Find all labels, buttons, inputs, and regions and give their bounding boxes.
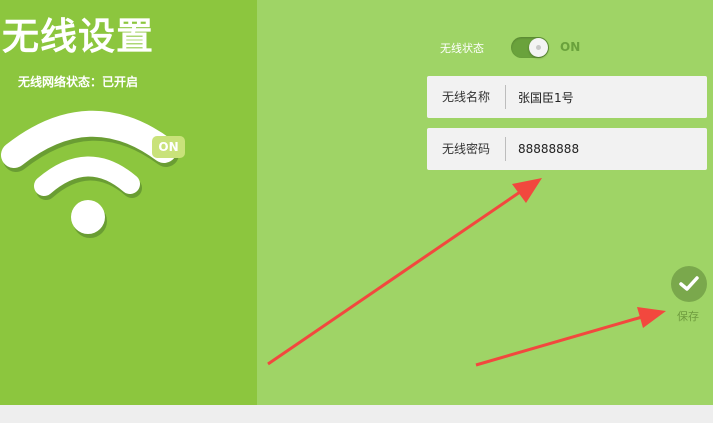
ssid-label: 无线名称 <box>427 85 506 109</box>
bottom-strip <box>0 405 713 423</box>
wireless-status-toggle[interactable] <box>511 37 549 58</box>
wireless-status-label: 无线状态 <box>440 42 484 55</box>
toggle-state-text: ON <box>560 40 581 54</box>
checkmark-icon <box>679 276 699 291</box>
toggle-knob <box>529 38 548 57</box>
wifi-on-badge: ON <box>152 136 185 158</box>
save-button[interactable] <box>671 266 707 302</box>
page-title: 无线设置 <box>2 15 154 58</box>
wireless-status-row: 无线状态 <box>440 38 484 58</box>
save-label: 保存 <box>677 310 699 323</box>
ssid-field[interactable]: 无线名称 张国臣1号 <box>427 76 707 118</box>
password-label: 无线密码 <box>427 137 506 161</box>
ssid-input[interactable]: 张国臣1号 <box>506 89 574 106</box>
wifi-status-text: 无线网络状态：已开启 <box>18 75 139 89</box>
wifi-icon <box>1 110 179 238</box>
password-input[interactable]: 88888888 <box>506 142 579 156</box>
password-field[interactable]: 无线密码 88888888 <box>427 128 707 170</box>
right-panel <box>257 0 713 405</box>
